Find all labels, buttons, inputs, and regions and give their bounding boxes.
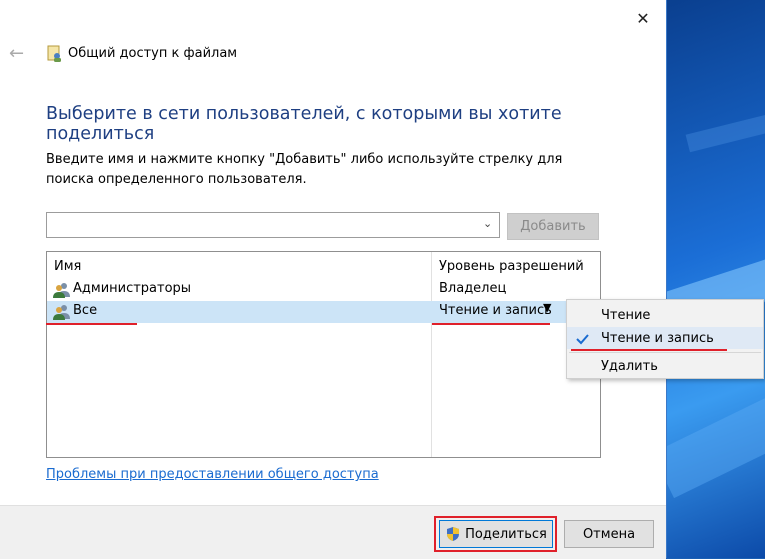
menu-item-read[interactable]: Чтение — [567, 304, 763, 326]
cancel-button[interactable]: Отмена — [564, 520, 654, 548]
desktop-light-beam — [685, 105, 765, 153]
menu-item-label: Удалить — [601, 359, 658, 374]
file-sharing-icon — [47, 45, 61, 62]
permission-context-menu: Чтение Чтение и запись Удалить — [566, 299, 764, 379]
user-name-combobox[interactable]: ⌄ — [46, 212, 500, 238]
permission-level: Владелец — [439, 281, 507, 296]
permission-level[interactable]: Чтение и запись — [439, 303, 552, 318]
close-button[interactable]: ✕ — [628, 6, 658, 30]
close-icon: ✕ — [636, 8, 650, 28]
page-heading: Выберите в сети пользователей, с которым… — [46, 104, 562, 144]
sharing-help-link[interactable]: Проблемы при предоставлении общего досту… — [46, 467, 379, 482]
dropdown-triangle-icon[interactable]: ▼ — [543, 301, 551, 314]
menu-item-remove[interactable]: Удалить — [567, 355, 763, 377]
desktop-background — [652, 0, 765, 558]
users-list: Имя Уровень разрешений Администраторы Вл… — [46, 251, 601, 458]
annotation-underline — [432, 323, 550, 325]
chevron-down-icon[interactable]: ⌄ — [483, 217, 495, 231]
menu-item-label: Чтение и запись — [601, 331, 714, 346]
annotation-highlight-box — [434, 516, 557, 552]
checkmark-icon — [576, 334, 589, 345]
instruction-text: Введите имя и нажмите кнопку "Добавить" … — [46, 152, 563, 187]
file-sharing-dialog: ✕ ← Общий доступ к файлам Выберите в сет… — [0, 0, 667, 559]
back-arrow-icon: ← — [9, 43, 25, 64]
users-icon — [53, 283, 70, 298]
add-button[interactable]: Добавить — [507, 213, 599, 240]
table-row-selected[interactable]: Все Чтение и запись ▼ — [47, 301, 600, 323]
column-header-permission[interactable]: Уровень разрешений — [439, 259, 584, 274]
annotation-underline — [571, 349, 727, 351]
annotation-underline — [46, 323, 137, 325]
user-name: Все — [73, 303, 98, 318]
back-button[interactable]: ← — [9, 44, 29, 64]
user-name: Администраторы — [73, 281, 192, 296]
table-row[interactable]: Администраторы Владелец — [47, 279, 600, 301]
menu-item-label: Чтение — [601, 308, 651, 323]
menu-item-read-write[interactable]: Чтение и запись — [567, 327, 763, 349]
column-header-name[interactable]: Имя — [54, 259, 81, 274]
menu-separator — [569, 352, 761, 353]
users-icon — [53, 305, 70, 320]
window-title: Общий доступ к файлам — [68, 46, 238, 61]
desktop-light-beam — [652, 391, 765, 499]
